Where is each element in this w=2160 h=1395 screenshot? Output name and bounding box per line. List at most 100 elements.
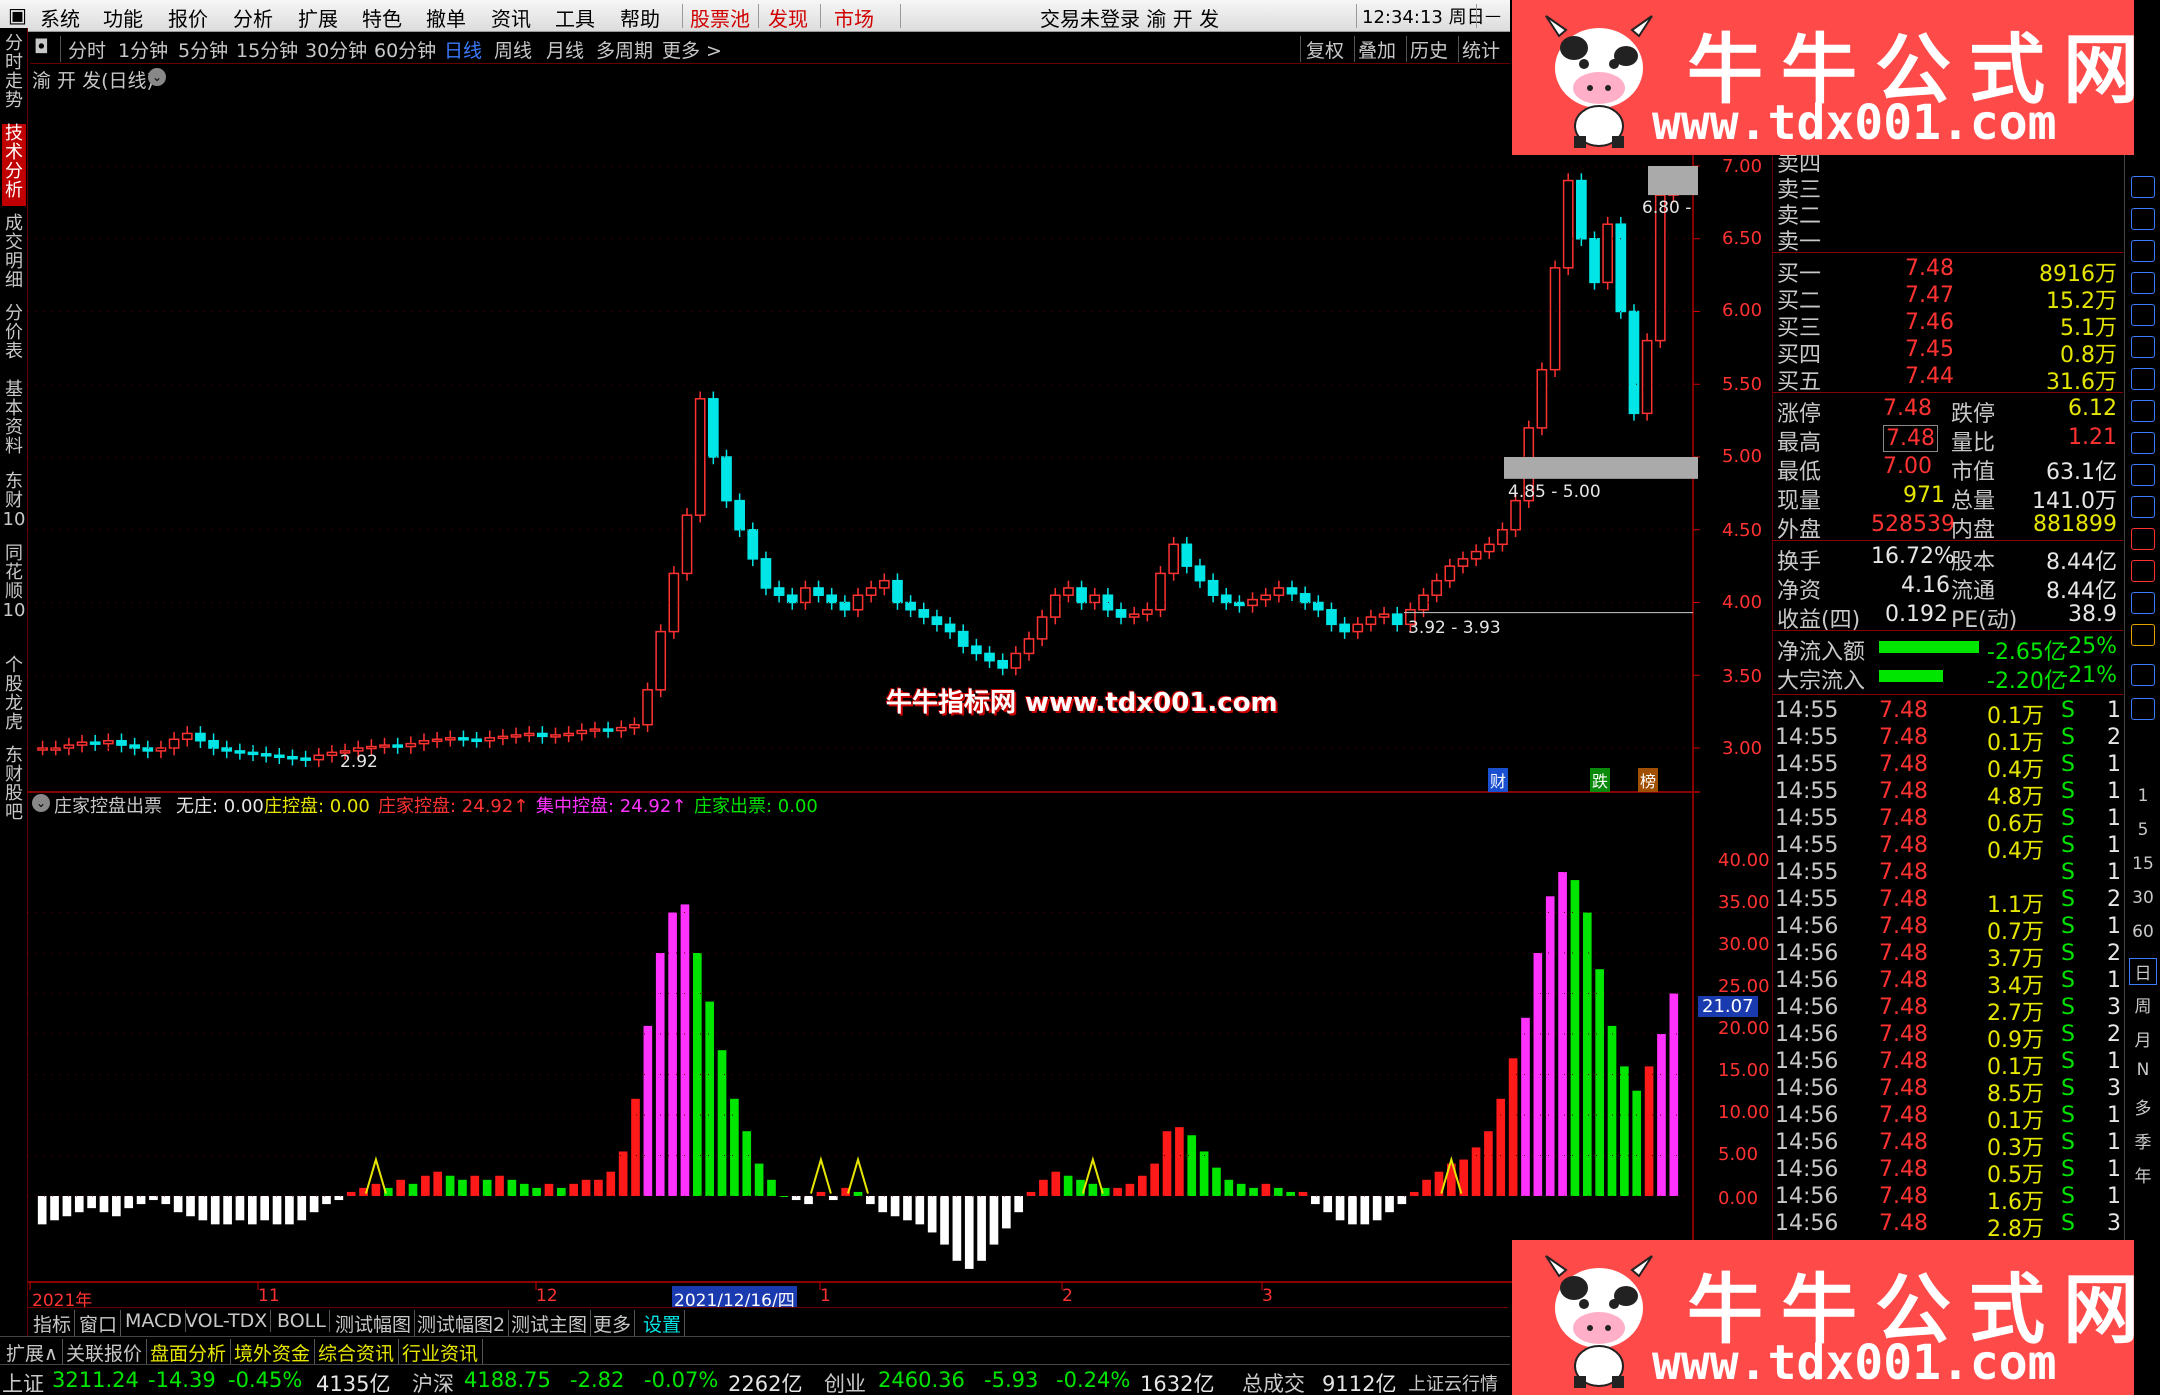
grid-icon[interactable] (2131, 336, 2155, 358)
period-year-icon[interactable]: 年 (2129, 1162, 2157, 1187)
left-tab-trades[interactable]: 成交明细 (2, 214, 26, 296)
left-tab-ths[interactable]: 同花顺10 (2, 544, 26, 644)
info-icon[interactable] (2131, 432, 2155, 454)
ext-news[interactable]: 综合资讯 (314, 1339, 400, 1366)
tab-macd[interactable]: MACD (122, 1310, 186, 1332)
finance-marker[interactable]: 财 (1488, 768, 1509, 792)
tick-row[interactable]: 14:56 7.48 3.7万 S 2 (1773, 941, 2123, 972)
menu-item-cancel-order[interactable]: 撤单 (426, 3, 466, 32)
tab-test-sub[interactable]: 测试幅图 (332, 1310, 416, 1337)
ext-industry-news[interactable]: 行业资讯 (398, 1339, 484, 1366)
index-name[interactable]: 上证 (2, 1368, 44, 1395)
menu-item-special[interactable]: 特色 (362, 3, 402, 32)
table-icon[interactable] (2131, 176, 2155, 198)
chart-svg[interactable] (28, 64, 1700, 1304)
flow-row[interactable]: 净流入额 -2.65亿 -25% (1773, 634, 2123, 665)
chart-area[interactable]: 渝 开 发(日线) ⌄ 7.00 6.50 6.00 5.50 5.00 4.5… (28, 64, 1770, 1311)
buy-row[interactable]: 买四 7.45 0.8万 (1773, 337, 2123, 368)
period-60min[interactable]: 60分钟 (374, 36, 436, 63)
ranking-marker[interactable]: 榜 (1638, 768, 1659, 792)
menu-item-analysis[interactable]: 分析 (233, 3, 273, 32)
tab-window[interactable]: 窗口 (76, 1310, 122, 1337)
tick-row[interactable]: 14:56 7.48 0.1万 S 1 (1773, 1103, 2123, 1134)
toolbar-toggle-icon[interactable]: ◘ (34, 36, 49, 58)
menu-item-market[interactable]: 市场 (834, 3, 874, 32)
left-tab-fundamentals[interactable]: 基本资料 (2, 380, 26, 462)
layout-icon[interactable] (2131, 698, 2155, 720)
tick-row[interactable]: 14:55 7.48 0.6万 S 1 (1773, 806, 2123, 837)
tick-row[interactable]: 14:56 7.48 2.8万 S 3 (1773, 1211, 2123, 1242)
tick-row[interactable]: 14:55 7.48 0.1万 S 2 (1773, 725, 2123, 756)
index-name[interactable]: 沪深 (412, 1368, 454, 1395)
ext-market-analysis[interactable]: 盘面分析 (146, 1339, 232, 1366)
toolbar-history-button[interactable]: 历史 (1410, 36, 1448, 63)
minimize-icon[interactable]: — (1480, 4, 1506, 28)
left-tab-price-table[interactable]: 分价表 (2, 304, 26, 366)
toolbar-overlay-button[interactable]: 叠加 (1358, 36, 1396, 63)
tick-row[interactable]: 14:56 7.48 0.5万 S 1 (1773, 1157, 2123, 1188)
left-tab-technical[interactable]: 技术分析 (2, 124, 26, 206)
period-15-icon[interactable]: 15 (2129, 854, 2157, 874)
tab-boll[interactable]: BOLL (274, 1310, 330, 1332)
menu-item-discover[interactable]: 发现 (768, 3, 808, 32)
tick-row[interactable]: 14:55 7.48 1.1万 S 2 (1773, 887, 2123, 918)
buy-row[interactable]: 买五 7.44 31.6万 (1773, 364, 2123, 395)
color-icon[interactable] (2131, 560, 2155, 582)
tick-row[interactable]: 14:56 7.48 0.1万 S 1 (1773, 1049, 2123, 1080)
period-quarter-icon[interactable]: 季 (2129, 1128, 2157, 1153)
menu-item-stock-pool[interactable]: 股票池 (690, 3, 750, 32)
toolbar-stats-button[interactable]: 统计 (1462, 36, 1500, 63)
tab-test-main[interactable]: 测试主图 (508, 1310, 592, 1337)
period-week-icon[interactable]: 周 (2129, 992, 2157, 1017)
candle-icon[interactable] (2131, 240, 2155, 262)
left-tab-eastmoney[interactable]: 东财10 (2, 472, 26, 554)
left-tab-dragon-tiger[interactable]: 个股龙虎 (2, 656, 26, 738)
period-monthly[interactable]: 月线 (546, 36, 584, 63)
circle-icon[interactable] (2131, 464, 2155, 486)
period-weekly[interactable]: 周线 (494, 36, 532, 63)
period-1min[interactable]: 1分钟 (118, 36, 168, 63)
period-timeshare[interactable]: 分时 (68, 36, 106, 63)
period-5min[interactable]: 5分钟 (178, 36, 228, 63)
tick-row[interactable]: 14:55 7.48 0.4万 S 1 (1773, 833, 2123, 864)
menu-item-quote[interactable]: 报价 (168, 3, 208, 32)
left-tab-forum[interactable]: 东财股吧 (2, 746, 26, 828)
drop-marker[interactable]: 跌 (1590, 768, 1611, 792)
tab-indicator[interactable]: 指标 (30, 1310, 76, 1337)
fund-icon[interactable] (2131, 304, 2155, 326)
tab-settings[interactable]: 设置 (640, 1310, 686, 1337)
rsi-icon[interactable] (2131, 528, 2155, 550)
window-icon[interactable] (2131, 496, 2155, 518)
menu-item-tools[interactable]: 工具 (555, 3, 595, 32)
tick-row[interactable]: 14:55 7.48 0.4万 S 1 (1773, 752, 2123, 783)
period-daily[interactable]: 日线 (444, 36, 482, 63)
period-n-icon[interactable]: N (2129, 1060, 2157, 1080)
move-icon[interactable] (2131, 592, 2155, 614)
tab-more[interactable]: 更多 (590, 1310, 636, 1337)
tick-row[interactable]: 14:56 7.48 1.6万 S 1 (1773, 1184, 2123, 1215)
period-1-icon[interactable]: 1 (2129, 786, 2157, 806)
menu-item-extend[interactable]: 扩展 (298, 3, 338, 32)
tick-row[interactable]: 14:56 7.48 3.4万 S 1 (1773, 968, 2123, 999)
tick-row[interactable]: 14:56 7.48 0.7万 S 1 (1773, 914, 2123, 945)
menu-item-help[interactable]: 帮助 (620, 3, 660, 32)
f5-icon[interactable] (2131, 664, 2155, 686)
buy-row[interactable]: 买二 7.47 15.2万 (1773, 283, 2123, 314)
chevron-down-icon[interactable]: ⌄ (32, 794, 50, 812)
ext-foreign-capital[interactable]: 境外资金 (230, 1339, 316, 1366)
tick-row[interactable]: 14:56 7.48 8.5万 S 3 (1773, 1076, 2123, 1107)
period-more[interactable]: 更多 > (662, 36, 722, 63)
buy-row[interactable]: 买三 7.46 5.1万 (1773, 310, 2123, 341)
flow-row[interactable]: 大宗流入 -2.20亿 -21% (1773, 663, 2123, 694)
toolbar-adjust-button[interactable]: 复权 (1306, 36, 1344, 63)
buy-row[interactable]: 买一 7.48 8916万 (1773, 256, 2123, 287)
pen-icon[interactable] (2131, 624, 2155, 646)
period-multi-icon[interactable]: 多 (2129, 1094, 2157, 1119)
period-month-icon[interactable]: 月 (2129, 1026, 2157, 1051)
period-60-icon[interactable]: 60 (2129, 922, 2157, 942)
f2-icon[interactable] (2131, 400, 2155, 422)
news-ticker[interactable]: 上证云行情 (1408, 1370, 1498, 1395)
period-5-icon[interactable]: 5 (2129, 820, 2157, 840)
menu-logo-icon[interactable]: ▣ (8, 3, 27, 27)
ext-related-quote[interactable]: 关联报价 (62, 1339, 148, 1366)
